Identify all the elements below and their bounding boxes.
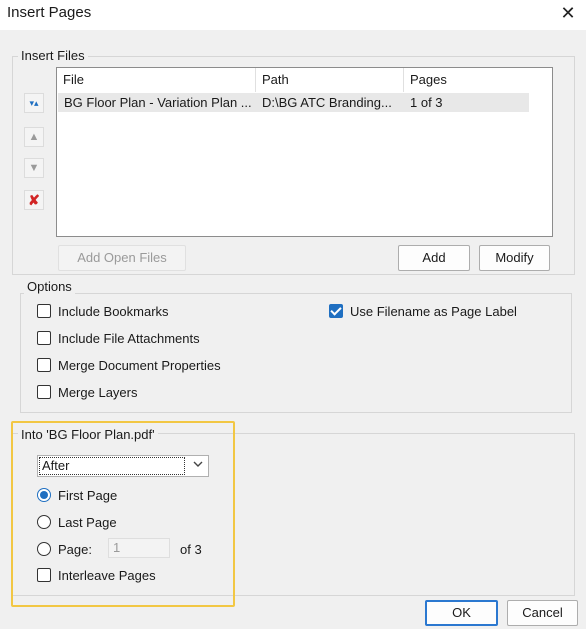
move-top-icon: ▾▴ <box>29 98 39 108</box>
arrow-down-icon: ▼ <box>28 162 40 174</box>
column-header-path[interactable]: Path <box>256 68 404 92</box>
include-file-attachments-label: Include File Attachments <box>58 331 200 346</box>
remove-file-button[interactable]: ✘ <box>24 190 44 210</box>
move-down-button[interactable]: ▼ <box>24 158 44 178</box>
add-button[interactable]: Add <box>398 245 470 271</box>
merge-layers-label: Merge Layers <box>58 385 138 400</box>
table-row-file[interactable]: BG Floor Plan - Variation Plan ... <box>58 93 256 112</box>
arrow-up-icon: ▲ <box>28 131 40 143</box>
column-header-pages[interactable]: Pages <box>404 68 530 92</box>
highlight-box <box>11 421 235 607</box>
include-bookmarks-label: Include Bookmarks <box>58 304 169 319</box>
ok-button[interactable]: OK <box>425 600 498 626</box>
table-row-path[interactable]: D:\BG ATC Branding... <box>256 93 404 112</box>
cancel-button[interactable]: Cancel <box>507 600 578 626</box>
merge-layers-checkbox[interactable] <box>37 385 51 399</box>
include-bookmarks-checkbox[interactable] <box>37 304 51 318</box>
remove-x-icon: ✘ <box>28 192 40 208</box>
close-icon[interactable]: ✕ <box>556 2 580 24</box>
use-filename-as-page-label-checkbox[interactable] <box>329 304 343 318</box>
use-filename-as-page-label-label: Use Filename as Page Label <box>350 304 517 319</box>
column-header-file[interactable]: File <box>57 68 256 92</box>
files-list[interactable]: File Path Pages BG Floor Plan - Variatio… <box>56 67 553 237</box>
move-to-top-button[interactable]: ▾▴ <box>24 93 44 113</box>
insert-files-legend: Insert Files <box>18 48 88 63</box>
merge-document-properties-label: Merge Document Properties <box>58 358 221 373</box>
options-legend: Options <box>24 279 75 294</box>
include-file-attachments-checkbox[interactable] <box>37 331 51 345</box>
modify-button[interactable]: Modify <box>479 245 550 271</box>
add-open-files-button[interactable]: Add Open Files <box>58 245 186 271</box>
table-row-pages[interactable]: 1 of 3 <box>404 93 529 112</box>
merge-document-properties-checkbox[interactable] <box>37 358 51 372</box>
move-up-button[interactable]: ▲ <box>24 127 44 147</box>
window-title: Insert Pages <box>7 4 92 21</box>
